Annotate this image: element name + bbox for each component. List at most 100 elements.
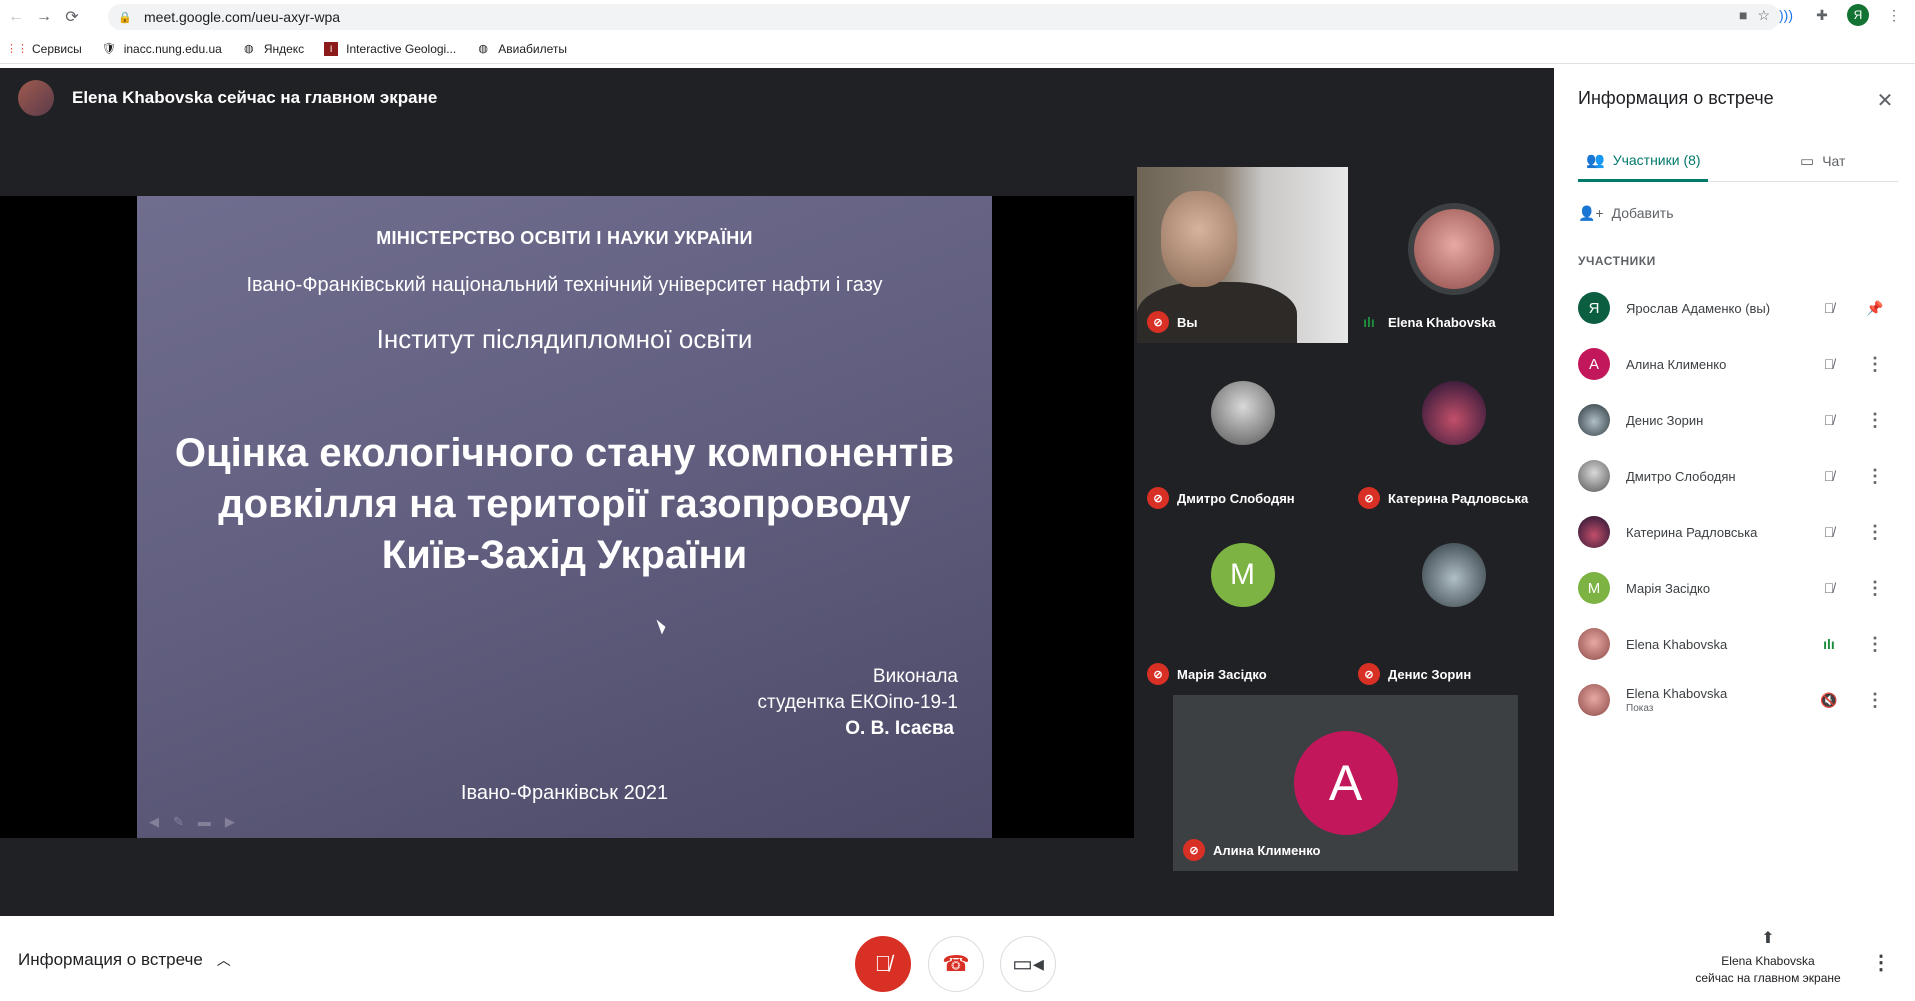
list-item[interactable]: Я Ярослав Адаменко (вы) 🎙̸ 📌 bbox=[1578, 280, 1898, 336]
participant-tile-elena[interactable]: ılı Elena Khabovska bbox=[1348, 167, 1559, 343]
mic-off-icon: ⊘ bbox=[1358, 663, 1380, 685]
more-vert-icon[interactable]: ⋮ bbox=[1864, 575, 1886, 601]
tile-name: Дмитро Слободян bbox=[1177, 490, 1295, 506]
list-item[interactable]: Катерина Радловська 🎙̸ ⋮ bbox=[1578, 504, 1898, 560]
participant-tile-mariia[interactable]: M ⊘ Марія Засідко bbox=[1137, 519, 1348, 695]
avatar bbox=[1578, 460, 1610, 492]
more-vert-icon[interactable]: ⋮ bbox=[1864, 631, 1886, 657]
puzzle-icon[interactable]: ✚ bbox=[1811, 4, 1833, 26]
prev-slide-icon[interactable]: ◀ bbox=[149, 814, 159, 830]
more-vert-icon[interactable]: ⋮ bbox=[1864, 351, 1886, 377]
slide-university: Івано-Франківський національний технічни… bbox=[246, 274, 883, 296]
participant-tile-kateryna[interactable]: ⊘ Катерина Радловська bbox=[1348, 343, 1559, 519]
presenter-banner: Elena Khabovska сейчас на главном экране bbox=[0, 68, 1554, 128]
camera-toggle-button[interactable]: ▭◂ bbox=[1000, 936, 1056, 992]
list-item[interactable]: M Марія Засідко 🎙̸ ⋮ bbox=[1578, 560, 1898, 616]
more-vert-icon[interactable]: ⋮ bbox=[1864, 687, 1886, 713]
bookmark-aviabilety[interactable]: ◍ Авиабилеты bbox=[476, 42, 567, 56]
participant-tile-alina[interactable]: A ⊘ Алина Клименко bbox=[1173, 695, 1518, 871]
meeting-details-panel: Информация о встрече ✕ 👥 Участники (8) ▭… bbox=[1554, 68, 1915, 916]
video-camera-icon: ▭◂ bbox=[1012, 951, 1044, 976]
site-icon: I bbox=[324, 41, 339, 56]
more-vert-icon[interactable]: ⋮ bbox=[1864, 463, 1886, 489]
participant-tile-self[interactable]: ⊘ Вы bbox=[1137, 167, 1348, 343]
meeting-stage: Elena Khabovska сейчас на главном экране… bbox=[0, 68, 1559, 916]
globe-icon: ◍ bbox=[244, 43, 254, 55]
presentation-area: МІНІСТЕРСТВО ОСВІТИ І НАУКИ УКРАЇНИ Іван… bbox=[0, 196, 1134, 838]
speaking-indicator-icon[interactable]: ılı bbox=[1816, 631, 1842, 657]
profile-avatar[interactable]: Я bbox=[1847, 4, 1869, 26]
browser-toolbar: ← → ⟳ 🔒 meet.google.com/ueu-axyr-wpa ■ ☆… bbox=[0, 0, 1915, 34]
slide-footer: Івано-Франківськ 2021 bbox=[460, 782, 669, 804]
tab-chat[interactable]: ▭ Чат bbox=[1800, 140, 1845, 182]
hang-up-icon: ☎ bbox=[942, 951, 970, 976]
extension-sound-icon[interactable]: ))) bbox=[1775, 4, 1797, 26]
camera-icon[interactable]: ■ bbox=[1739, 7, 1747, 24]
tab-participants[interactable]: 👥 Участники (8) bbox=[1578, 140, 1708, 182]
add-people-button[interactable]: 👤+ Добавить bbox=[1578, 198, 1878, 228]
list-item[interactable]: А Алина Клименко 🎙̸ ⋮ bbox=[1578, 336, 1898, 392]
pen-icon[interactable]: ✎ bbox=[173, 814, 184, 830]
next-slide-icon[interactable]: ▶ bbox=[225, 814, 235, 830]
list-item[interactable]: Elena Khabovska ılı ⋮ bbox=[1578, 616, 1898, 672]
close-icon[interactable]: ✕ bbox=[1871, 86, 1899, 114]
more-vert-icon[interactable]: ⋮ bbox=[1864, 407, 1886, 433]
avatar bbox=[1421, 381, 1486, 445]
avatar: Я bbox=[1578, 292, 1610, 324]
meeting-info-button[interactable]: Информация о встрече ︿ bbox=[18, 950, 231, 970]
list-item[interactable]: Elena Khabovska Показ 🔇 ⋮ bbox=[1578, 672, 1898, 728]
avatar bbox=[1578, 684, 1610, 716]
more-vert-icon[interactable]: ⋮ bbox=[1871, 950, 1891, 975]
mic-off-icon[interactable]: 🎙̸ bbox=[1816, 519, 1842, 545]
mic-off-icon[interactable]: 🎙̸ bbox=[1816, 351, 1842, 377]
mouse-cursor-icon bbox=[656, 617, 668, 635]
participants-section-label: УЧАСТНИКИ bbox=[1578, 254, 1656, 268]
avatar bbox=[1413, 209, 1494, 289]
list-item[interactable]: Денис Зорин 🎙̸ ⋮ bbox=[1578, 392, 1898, 448]
participant-tile-denys[interactable]: ⊘ Денис Зорин bbox=[1348, 519, 1559, 695]
mic-off-icon: ⊘ bbox=[1147, 663, 1169, 685]
avatar bbox=[1578, 628, 1610, 660]
tile-name: Денис Зорин bbox=[1388, 666, 1472, 682]
address-bar[interactable]: 🔒 meet.google.com/ueu-axyr-wpa ■ ☆ bbox=[108, 4, 1780, 30]
menu-icon[interactable]: ⋮ bbox=[1883, 4, 1905, 26]
avatar: А bbox=[1578, 348, 1610, 380]
star-icon[interactable]: ☆ bbox=[1757, 7, 1770, 24]
volume-off-icon[interactable]: 🔇 bbox=[1816, 687, 1842, 713]
mic-off-icon: ⊘ bbox=[1183, 839, 1205, 861]
bookmark-yandex[interactable]: ◍ Яндекс bbox=[242, 42, 304, 56]
participant-tile-dmytro[interactable]: ⊘ Дмитро Слободян bbox=[1137, 343, 1348, 519]
panel-tabs: 👥 Участники (8) ▭ Чат bbox=[1578, 140, 1898, 182]
avatar bbox=[1421, 543, 1486, 607]
reload-icon[interactable]: ⟳ bbox=[58, 3, 86, 31]
present-screen-icon: ⬆ bbox=[1761, 930, 1775, 947]
bookmark-services[interactable]: ⋮⋮ Сервисы bbox=[6, 42, 82, 56]
end-call-button[interactable]: ☎ bbox=[928, 936, 984, 992]
back-icon[interactable]: ← bbox=[2, 3, 30, 31]
tile-name: Вы bbox=[1177, 314, 1198, 330]
more-vert-icon[interactable]: ⋮ bbox=[1864, 519, 1886, 545]
pin-icon[interactable]: 📌 bbox=[1864, 295, 1886, 321]
bookmark-geologi[interactable]: I Interactive Geologi... bbox=[324, 41, 456, 56]
mic-off-icon[interactable]: 🎙̸ bbox=[1816, 295, 1842, 321]
bookmarks-bar: ⋮⋮ Сервисы 🛡 inacc.nung.edu.ua ◍ Яндекс … bbox=[0, 34, 1915, 64]
chevron-up-icon: ︿ bbox=[216, 952, 231, 968]
apps-grid-icon: ⋮⋮ bbox=[6, 43, 28, 55]
present-status[interactable]: ⬆ Elena Khabovska сейчас на главном экра… bbox=[1688, 930, 1848, 987]
bookmark-inacc[interactable]: 🛡 inacc.nung.edu.ua bbox=[102, 42, 222, 56]
slide-controls: ◀ ✎ ▬ ▶ bbox=[149, 814, 235, 830]
tile-name: Elena Khabovska bbox=[1388, 314, 1496, 330]
avatar: M bbox=[1210, 543, 1275, 607]
mic-off-icon: ⊘ bbox=[1147, 487, 1169, 509]
avatar bbox=[1578, 516, 1610, 548]
mic-off-icon[interactable]: 🎙̸ bbox=[1816, 407, 1842, 433]
mic-off-icon[interactable]: 🎙̸ bbox=[1816, 463, 1842, 489]
forward-icon[interactable]: → bbox=[30, 3, 58, 31]
presentation-slide: МІНІСТЕРСТВО ОСВІТИ І НАУКИ УКРАЇНИ Іван… bbox=[137, 196, 992, 838]
mic-toggle-button[interactable]: 🎙̸ bbox=[855, 936, 911, 992]
mic-off-icon: 🎙̸ bbox=[874, 951, 892, 976]
slide-menu-icon[interactable]: ▬ bbox=[198, 814, 211, 830]
add-person-icon: 👤+ bbox=[1578, 204, 1604, 221]
list-item[interactable]: Дмитро Слободян 🎙̸ ⋮ bbox=[1578, 448, 1898, 504]
mic-off-icon[interactable]: 🎙̸ bbox=[1816, 575, 1842, 601]
